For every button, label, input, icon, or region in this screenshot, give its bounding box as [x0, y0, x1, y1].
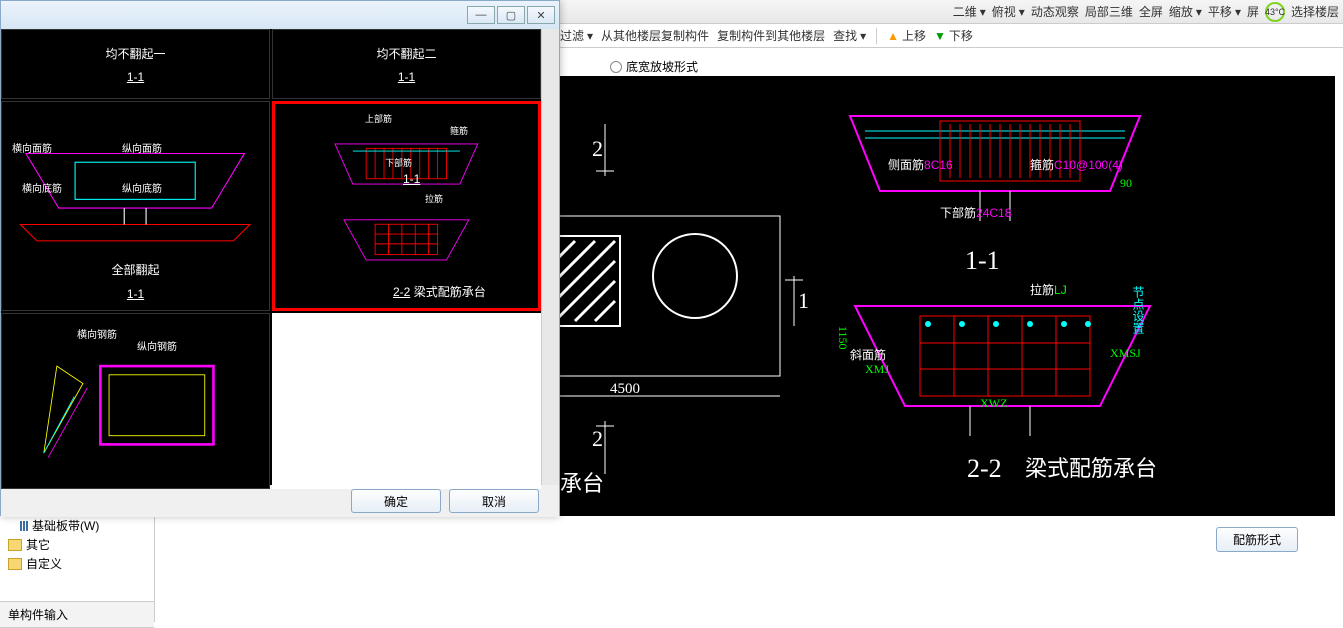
- section-2-2: 2-2: [967, 454, 1002, 484]
- label-stirrup: 箍筋C10@100(4): [1030, 156, 1123, 173]
- dialog-titlebar: — ▢ ✕: [1, 1, 559, 29]
- tb-orbit[interactable]: 动态观察: [1031, 3, 1079, 20]
- arrow-up-icon: ▲: [887, 29, 899, 43]
- label-bottom: 下部筋24C18: [940, 204, 1011, 221]
- sb-copy-from[interactable]: 从其他楼层复制构件: [601, 27, 709, 44]
- rebar-form-button[interactable]: 配筋形式: [1216, 527, 1298, 552]
- tree-item-custom[interactable]: 自定义: [0, 554, 154, 573]
- label-xmj: XMJ: [865, 362, 889, 377]
- dim-90: 90: [1120, 176, 1132, 191]
- arrow-down-icon: ▼: [934, 29, 946, 43]
- label-node: 节点设置: [1130, 286, 1147, 334]
- tb-top-view[interactable]: 俯视▾: [992, 3, 1025, 20]
- section-1-1: 1-1: [965, 246, 1000, 276]
- sb-move-down[interactable]: ▼下移: [934, 27, 973, 44]
- tb-2d[interactable]: 二维▾: [953, 3, 986, 20]
- maximize-button[interactable]: ▢: [497, 6, 525, 24]
- dim-2a: 2: [592, 136, 603, 162]
- dim-1: 1: [798, 288, 809, 314]
- title-chengta: 承台: [560, 466, 604, 498]
- dialog-body: 均不翻起一1-1 均不翻起二1-1 横向面筋 纵向面筋 横向底筋 纵向底筋 全部…: [1, 29, 559, 485]
- tb-screen[interactable]: 屏: [1247, 3, 1259, 20]
- label-side: 侧面筋8C16: [888, 156, 953, 173]
- thumb-beam-cap[interactable]: 上部筋 箍筋 下部筋 1-1 拉筋 2-2 梁式配筋承台: [272, 101, 541, 311]
- temperature: 43°C: [1265, 2, 1285, 22]
- tree-panel: 基础板带(W) 其它 自定义 单构件输入: [0, 516, 155, 622]
- dialog-footer: 确定 取消: [1, 485, 559, 517]
- folder-icon: [8, 558, 22, 570]
- mini-drawing-rect: [15, 340, 255, 462]
- dim-w1: 4500: [610, 381, 640, 398]
- tb-select-floor[interactable]: 选择楼层: [1291, 3, 1339, 20]
- thumb-allflip[interactable]: 横向面筋 纵向面筋 横向底筋 纵向底筋 全部翻起1-1: [1, 101, 270, 311]
- rebar-form-btn-wrap: 配筋形式: [1216, 527, 1298, 552]
- label-tie: 拉筋LJ: [1030, 281, 1067, 298]
- sb-find[interactable]: 查找▾: [833, 27, 866, 44]
- sb-filter[interactable]: 过滤▾: [560, 27, 593, 44]
- slope-option[interactable]: 底宽放坡形式: [610, 58, 698, 75]
- thumb-noflip-2[interactable]: 均不翻起二1-1: [272, 29, 541, 99]
- dim-h1: 1150: [835, 326, 850, 350]
- thumb-noflip-1[interactable]: 均不翻起一1-1: [1, 29, 270, 99]
- title-beam-cap: 梁式配筋承台: [1025, 451, 1157, 483]
- thumb-empty: [272, 313, 541, 489]
- strip-icon: [20, 521, 28, 531]
- option-label: 底宽放坡形式: [626, 58, 698, 75]
- dim-2b: 2: [592, 426, 603, 452]
- dialog-scrollbar[interactable]: [541, 29, 559, 485]
- thumb-rect[interactable]: 横向钢筋 纵向钢筋: [1, 313, 270, 489]
- tb-pan[interactable]: 平移▾: [1208, 3, 1241, 20]
- tree-item-other[interactable]: 其它: [0, 535, 154, 554]
- tb-fullscreen[interactable]: 全屏: [1139, 3, 1163, 20]
- tb-zoom[interactable]: 缩放▾: [1169, 3, 1202, 20]
- tree-item-foundation-strip[interactable]: 基础板带(W): [0, 516, 154, 535]
- label-slope: 斜面筋: [850, 346, 886, 363]
- radio-icon: [610, 61, 622, 73]
- single-input[interactable]: 单构件输入: [0, 601, 154, 628]
- cancel-button[interactable]: 取消: [449, 489, 539, 513]
- selection-dialog: — ▢ ✕ 均不翻起一1-1 均不翻起二1-1 横向面筋 纵向面筋: [0, 0, 560, 516]
- label-xmsj: XMSJ: [1110, 346, 1141, 361]
- sb-copy-to[interactable]: 复制构件到其他楼层: [717, 27, 825, 44]
- tb-local3d[interactable]: 局部三维: [1085, 3, 1133, 20]
- close-button[interactable]: ✕: [527, 6, 555, 24]
- folder-icon: [8, 539, 22, 551]
- sb-move-up[interactable]: ▲上移: [887, 27, 926, 44]
- label-xwz: XWZ: [980, 396, 1007, 411]
- minimize-button[interactable]: —: [467, 6, 495, 24]
- ok-button[interactable]: 确定: [351, 489, 441, 513]
